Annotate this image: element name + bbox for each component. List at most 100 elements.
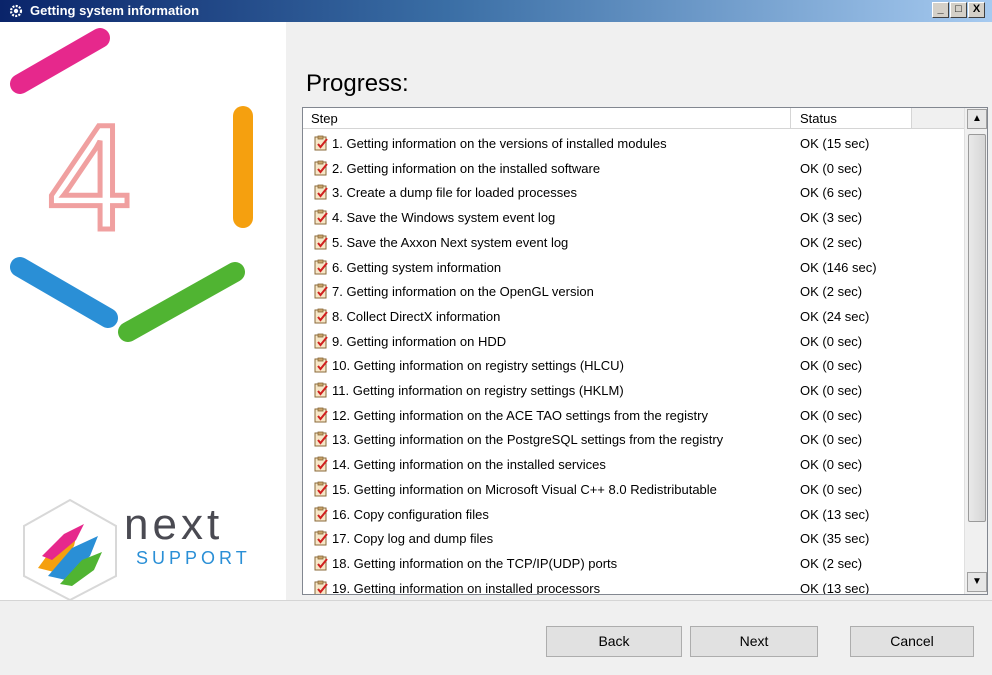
version-digit: 4 bbox=[48, 93, 131, 261]
row-status-text: OK (0 sec) bbox=[800, 333, 863, 349]
clipboard-check-icon bbox=[314, 308, 328, 324]
row-status-text: OK (2 sec) bbox=[800, 234, 863, 250]
table-row[interactable]: 4. Save the Windows system event log OK (… bbox=[303, 205, 964, 230]
table-row[interactable]: 14. Getting information on the installed… bbox=[303, 452, 964, 477]
table-row[interactable]: 3. Create a dump file for loaded process… bbox=[303, 180, 964, 205]
row-step-text: 12. Getting information on the ACE TAO s… bbox=[332, 407, 708, 423]
row-status-text: OK (13 sec) bbox=[800, 506, 870, 522]
row-status-text: OK (0 sec) bbox=[800, 407, 863, 423]
row-status-text: OK (13 sec) bbox=[800, 580, 870, 595]
table-row[interactable]: 19. Getting information on installed pro… bbox=[303, 576, 964, 595]
maximize-button[interactable]: □ bbox=[950, 2, 967, 18]
table-row[interactable]: 18. Getting information on the TCP/IP(UD… bbox=[303, 551, 964, 576]
row-status-text: OK (0 sec) bbox=[800, 432, 863, 448]
scroll-up-arrow-icon[interactable]: ▲ bbox=[967, 109, 987, 129]
row-step-text: 19. Getting information on installed pro… bbox=[332, 580, 601, 595]
row-status-text: OK (3 sec) bbox=[800, 210, 863, 226]
row-step-text: 2. Getting information on the installed … bbox=[332, 160, 601, 176]
row-step-text: 14. Getting information on the installed… bbox=[332, 457, 606, 473]
cancel-button[interactable]: Cancel bbox=[850, 626, 974, 657]
clipboard-check-icon bbox=[314, 506, 328, 521]
table-row[interactable]: 9. Getting information on HDD OK (0 sec) bbox=[303, 329, 964, 354]
table-row[interactable]: 1. Getting information on the versions o… bbox=[303, 131, 964, 156]
clipboard-check-icon bbox=[314, 530, 328, 546]
clipboard-check-icon bbox=[314, 357, 328, 373]
table-row[interactable]: 16. Copy configuration files OK (13 sec) bbox=[303, 502, 964, 527]
clipboard-check-icon bbox=[314, 580, 328, 594]
row-status-text: OK (0 sec) bbox=[800, 481, 863, 497]
row-step-text: 5. Save the Axxon Next system event log bbox=[332, 234, 569, 250]
clipboard-check-icon bbox=[314, 234, 328, 250]
table-row[interactable]: 7. Getting information on the OpenGL ver… bbox=[303, 279, 964, 304]
row-status-text: OK (0 sec) bbox=[800, 457, 863, 473]
support-label: SUPPORT bbox=[136, 548, 251, 568]
clipboard-check-icon bbox=[314, 283, 328, 299]
table-row[interactable]: 5. Save the Axxon Next system event log O… bbox=[303, 230, 964, 255]
row-step-text: 11. Getting information on registry sett… bbox=[332, 383, 624, 398]
row-status-text: OK (0 sec) bbox=[800, 358, 863, 374]
footer-bar bbox=[0, 600, 992, 675]
gear-icon bbox=[9, 4, 23, 18]
minimize-button[interactable]: _ bbox=[932, 2, 949, 18]
row-step-text: 8. Collect DirectX information bbox=[332, 308, 501, 324]
clipboard-check-icon bbox=[314, 184, 328, 200]
table-row[interactable]: 8. Collect DirectX information OK (24 sec… bbox=[303, 304, 964, 329]
branding-panel: 4 next SUPPORT bbox=[0, 22, 286, 600]
row-step-text: 9. Getting information on HDD bbox=[332, 333, 507, 349]
column-header-filler bbox=[912, 108, 964, 129]
product-name: next bbox=[124, 500, 224, 549]
row-status-text: OK (15 sec) bbox=[800, 136, 870, 151]
support-hands-logo bbox=[23, 498, 117, 600]
window-title: Getting system information bbox=[30, 3, 200, 18]
column-header-status[interactable]: Status bbox=[791, 108, 912, 129]
clipboard-check-icon bbox=[314, 456, 328, 472]
row-step-text: 3. Create a dump file for loaded process… bbox=[332, 185, 577, 201]
close-button[interactable]: X bbox=[968, 2, 985, 18]
column-header-step[interactable]: Step bbox=[303, 108, 791, 129]
row-status-text: OK (146 sec) bbox=[800, 259, 877, 275]
clipboard-check-icon bbox=[314, 259, 328, 274]
clipboard-check-icon bbox=[314, 431, 328, 447]
row-status-text: OK (6 sec) bbox=[800, 185, 863, 201]
scrollbar-thumb[interactable] bbox=[968, 134, 986, 522]
table-row[interactable]: 15. Getting information on Microsoft Vis… bbox=[303, 477, 964, 502]
row-status-text: OK (24 sec) bbox=[800, 308, 870, 324]
clipboard-check-icon bbox=[314, 555, 328, 571]
scroll-down-arrow-icon[interactable]: ▼ bbox=[967, 572, 987, 592]
table-row[interactable]: 2. Getting information on the installed … bbox=[303, 156, 964, 181]
row-step-text: 10. Getting information on registry sett… bbox=[332, 358, 624, 374]
page-title: Progress: bbox=[306, 70, 409, 97]
next-button[interactable]: Next bbox=[690, 626, 818, 657]
table-row[interactable]: 13. Getting information on the PostgreSQ… bbox=[303, 427, 964, 452]
row-status-text: OK (0 sec) bbox=[800, 160, 863, 176]
clipboard-check-icon bbox=[314, 333, 328, 349]
row-step-text: 4. Save the Windows system event log bbox=[332, 210, 556, 226]
clipboard-check-icon bbox=[314, 481, 328, 497]
row-step-text: 1. Getting information on the versions o… bbox=[332, 136, 667, 151]
table-row[interactable]: 12. Getting information on the ACE TAO s… bbox=[303, 403, 964, 428]
row-step-text: 7. Getting information on the OpenGL ver… bbox=[332, 284, 594, 300]
progress-list[interactable]: Step Status 1. Getting information on th… bbox=[302, 107, 988, 595]
clipboard-check-icon bbox=[314, 135, 328, 151]
row-status-text: OK (2 sec) bbox=[800, 284, 863, 300]
back-button[interactable]: Back bbox=[546, 626, 682, 657]
table-row[interactable]: 10. Getting information on registry sett… bbox=[303, 353, 964, 378]
clipboard-check-icon bbox=[314, 209, 328, 225]
row-status-text: OK (0 sec) bbox=[800, 383, 863, 398]
title-bar: Getting system information _ □ X bbox=[0, 0, 992, 22]
row-step-text: 6. Getting system information bbox=[332, 259, 502, 275]
table-row[interactable]: 6. Getting system information OK (146 sec… bbox=[303, 255, 964, 280]
clipboard-check-icon bbox=[314, 407, 328, 423]
row-step-text: 16. Copy configuration files bbox=[332, 506, 489, 522]
row-step-text: 17. Copy log and dump files bbox=[332, 531, 494, 547]
row-status-text: OK (35 sec) bbox=[800, 531, 870, 547]
row-status-text: OK (2 sec) bbox=[800, 555, 863, 571]
clipboard-check-icon bbox=[314, 160, 328, 176]
table-row[interactable]: 17. Copy log and dump files OK (35 sec) bbox=[303, 526, 964, 551]
row-step-text: 18. Getting information on the TCP/IP(UD… bbox=[332, 555, 618, 571]
table-row[interactable]: 11. Getting information on registry sett… bbox=[303, 378, 964, 403]
row-step-text: 13. Getting information on the PostgreSQ… bbox=[332, 432, 724, 448]
vertical-scrollbar[interactable]: ▲ ▼ bbox=[964, 108, 987, 594]
clipboard-check-icon bbox=[314, 382, 328, 398]
row-step-text: 15. Getting information on Microsoft Vis… bbox=[332, 481, 717, 497]
